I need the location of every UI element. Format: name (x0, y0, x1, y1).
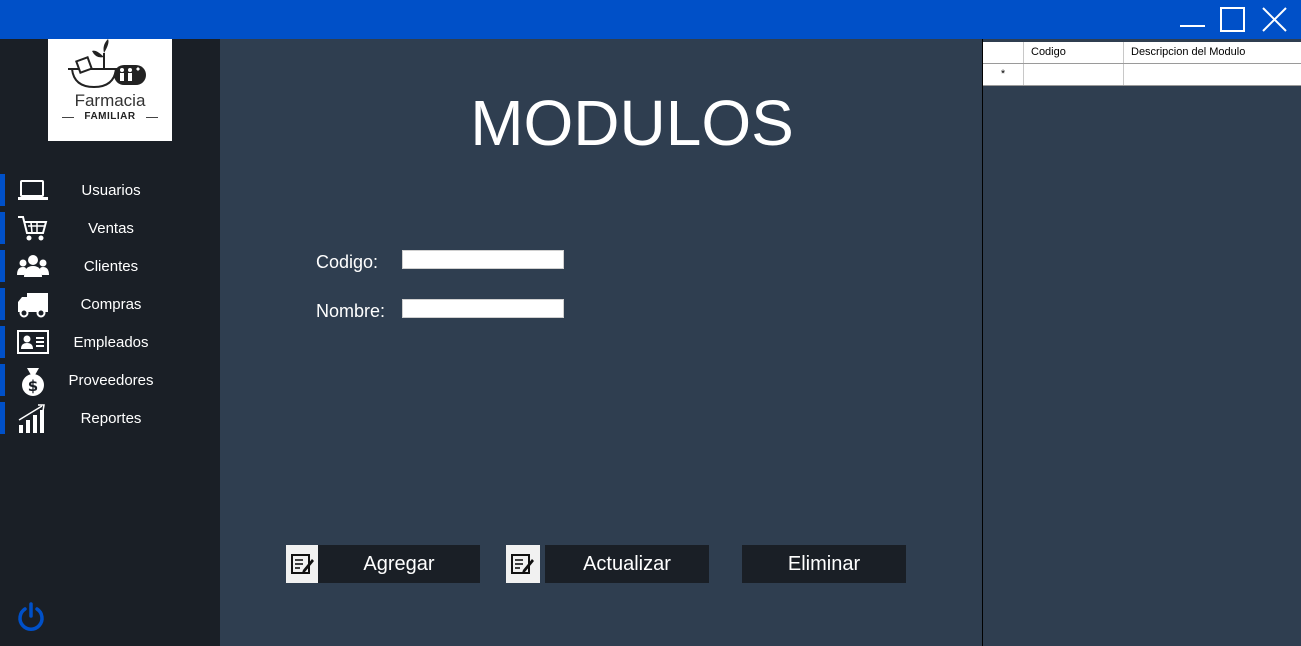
column-header-codigo[interactable]: Codigo (1024, 42, 1124, 63)
sidebar-item-label: Usuarios (81, 182, 141, 199)
accent-bar (0, 288, 5, 320)
accent-bar (0, 250, 5, 282)
accent-bar (0, 364, 5, 396)
edit-note-icon (506, 545, 540, 583)
bar-chart-icon (17, 404, 49, 433)
id-card-icon (17, 328, 49, 356)
codigo-input[interactable] (402, 250, 564, 269)
accent-bar (0, 326, 5, 358)
sidebar-item-label: Empleados (73, 334, 149, 351)
table-row[interactable]: * (983, 64, 1301, 86)
sidebar-item-empleados[interactable]: Empleados (0, 326, 220, 358)
codigo-label: Codigo: (316, 252, 379, 272)
sidebar-item-ventas[interactable]: Ventas (0, 212, 220, 244)
agregar-button[interactable]: Agregar (318, 545, 480, 583)
laptop-icon (17, 176, 49, 204)
nombre-label: Nombre: (316, 301, 386, 321)
users-icon (17, 252, 49, 280)
page-title: MODULOS (470, 87, 794, 159)
sidebar-item-usuarios[interactable]: Usuarios (0, 174, 220, 206)
svg-text:$: $ (28, 377, 38, 395)
sidebar-item-proveedores[interactable]: $ Proveedores (0, 364, 220, 396)
nombre-input[interactable] (402, 299, 564, 318)
truck-icon (17, 290, 49, 318)
sidebar-item-label: Reportes (80, 410, 142, 427)
column-header-descripcion[interactable]: Descripcion del Modulo (1124, 42, 1301, 63)
logo-subtitle: FAMILIAR (62, 111, 158, 122)
logo-name: Farmacia (74, 91, 146, 110)
row-header-corner (983, 42, 1024, 63)
accent-bar (0, 212, 5, 244)
sidebar-item-clientes[interactable]: Clientes (0, 250, 220, 282)
minimize-icon[interactable] (1178, 6, 1206, 34)
sidebar-item-label: Clientes (83, 258, 139, 275)
accent-bar (0, 174, 5, 206)
mortar-leaf-icon (68, 39, 146, 89)
sidebar-item-label: Compras (80, 296, 142, 313)
eliminar-button[interactable]: Eliminar (742, 545, 906, 583)
new-row-marker: * (983, 64, 1024, 85)
actualizar-button[interactable]: Actualizar (545, 545, 709, 583)
grid-header-row: Codigo Descripcion del Modulo (983, 42, 1301, 64)
close-icon[interactable] (1261, 6, 1289, 34)
maximize-icon[interactable] (1219, 6, 1247, 34)
money-bag-icon: $ (17, 366, 49, 396)
power-icon[interactable] (16, 602, 46, 632)
modules-grid[interactable]: Codigo Descripcion del Modulo * (982, 39, 1301, 646)
table-cell[interactable] (1024, 64, 1124, 85)
sidebar-item-reportes[interactable]: Reportes (0, 402, 220, 434)
accent-bar (0, 402, 5, 434)
sidebar-item-compras[interactable]: Compras (0, 288, 220, 320)
sidebar-item-label: Ventas (88, 220, 134, 237)
sidebar: Farmacia FAMILIAR Usuarios Ventas Client… (0, 39, 220, 646)
cart-icon (17, 214, 49, 242)
sidebar-item-label: Proveedores (68, 372, 154, 389)
pharmacy-logo: Farmacia FAMILIAR (48, 39, 172, 141)
edit-note-icon (286, 545, 320, 583)
title-bar (0, 0, 1301, 39)
table-cell[interactable] (1124, 64, 1301, 85)
